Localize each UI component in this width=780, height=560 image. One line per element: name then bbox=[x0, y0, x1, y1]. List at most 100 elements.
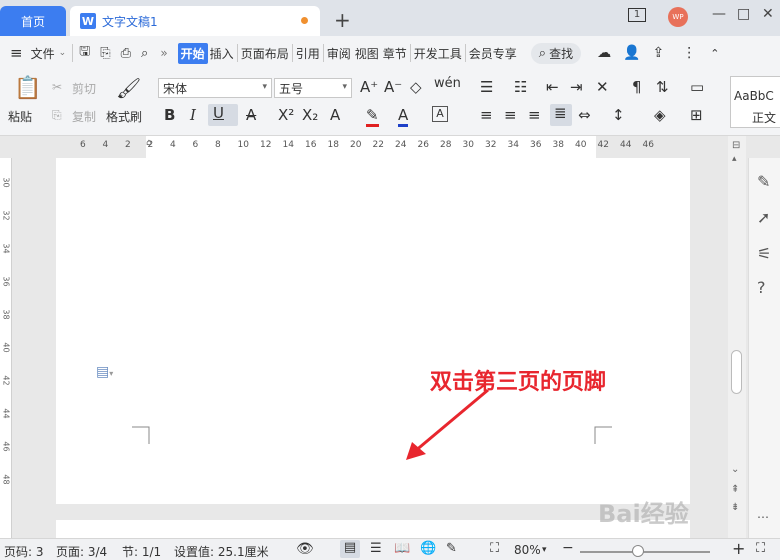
subscript-icon[interactable]: X₂ bbox=[302, 106, 318, 124]
fit-window-icon[interactable]: ⛶ bbox=[490, 541, 499, 556]
tab-document[interactable]: W 文字文稿1 bbox=[70, 6, 320, 36]
char-border-icon[interactable]: A bbox=[432, 106, 448, 122]
cut-button[interactable]: 剪切 bbox=[72, 80, 96, 97]
font-color-icon[interactable]: A bbox=[398, 106, 409, 127]
page-badge-icon[interactable]: 1 bbox=[628, 8, 646, 22]
highlight-icon[interactable]: ✎ bbox=[366, 106, 379, 127]
chinese-layout-icon[interactable]: ✕ bbox=[596, 78, 609, 96]
user-add-icon[interactable]: 👤 bbox=[621, 45, 642, 61]
next-page[interactable] bbox=[56, 520, 690, 540]
share-icon[interactable]: ⇪ bbox=[651, 45, 667, 61]
shading-icon[interactable]: ◈ bbox=[654, 106, 666, 124]
scroll-top-icon[interactable]: ⊟ bbox=[732, 140, 740, 151]
hamburger-icon[interactable]: ≡ bbox=[8, 44, 25, 62]
font-grow-icon[interactable]: A⁺ bbox=[360, 78, 378, 96]
menu-developer[interactable]: 开发工具 bbox=[412, 45, 464, 62]
justify-icon[interactable]: ≣ bbox=[550, 104, 572, 126]
zoom-level[interactable]: 80% bbox=[514, 543, 541, 557]
chevron-down-icon[interactable]: ⌄ bbox=[57, 48, 69, 58]
export-icon[interactable]: ⎘ bbox=[98, 46, 112, 61]
vertical-ruler[interactable]: 30 32 34 36 38 40 42 44 46 48 bbox=[0, 158, 12, 538]
edit-icon[interactable]: ✎ bbox=[757, 172, 770, 191]
zoom-out-button[interactable]: − bbox=[562, 540, 574, 556]
format-painter-button[interactable]: 格式刷 bbox=[106, 108, 142, 125]
menu-review[interactable]: 审阅 bbox=[325, 45, 353, 62]
prev-page-icon[interactable]: ⇞ bbox=[731, 484, 739, 495]
chevron-down-icon[interactable]: ▾ bbox=[542, 545, 547, 555]
style-gallery-normal[interactable]: AaBbC 正文 bbox=[730, 76, 780, 128]
menu-member[interactable]: 会员专享 bbox=[467, 45, 519, 62]
tab-home[interactable]: 首页 bbox=[0, 6, 66, 36]
indent-marker-icon[interactable]: ⌂ bbox=[146, 138, 152, 148]
bullet-list-icon[interactable]: ☰ bbox=[480, 78, 493, 96]
write-view-icon[interactable]: ✎ bbox=[446, 541, 457, 556]
more-options-icon[interactable]: ⋮ bbox=[680, 45, 698, 61]
fullscreen-icon[interactable]: ⛶ bbox=[756, 541, 765, 556]
menu-start[interactable]: 开始 bbox=[177, 42, 208, 64]
show-marks-icon[interactable]: ¶ bbox=[632, 78, 642, 96]
strikethrough-icon[interactable]: A bbox=[246, 106, 256, 124]
align-center-icon[interactable]: ≡ bbox=[504, 106, 517, 124]
avatar[interactable]: WP bbox=[668, 7, 688, 27]
paragraph-handle-icon[interactable]: ▤▾ bbox=[96, 364, 113, 380]
setting-value[interactable]: 设置值: 25.1厘米 bbox=[174, 543, 269, 560]
outline-view-icon[interactable]: ☰ bbox=[370, 541, 382, 556]
table-border-icon[interactable]: ▭ bbox=[690, 78, 704, 96]
zoom-in-button[interactable]: + bbox=[732, 539, 745, 558]
format-painter-icon[interactable]: 🖌 bbox=[116, 76, 141, 100]
print-preview-icon[interactable]: ⌕ bbox=[139, 46, 150, 61]
scroll-thumb[interactable] bbox=[731, 350, 742, 394]
new-tab-button[interactable]: + bbox=[334, 8, 351, 32]
increase-indent-icon[interactable]: ⇥ bbox=[570, 78, 583, 96]
clear-format-icon[interactable]: ◇ bbox=[410, 78, 422, 96]
menu-file[interactable]: 文件 bbox=[29, 45, 57, 62]
menu-section[interactable]: 章节 bbox=[381, 45, 409, 62]
bold-icon[interactable]: B bbox=[164, 106, 175, 124]
paste-button[interactable]: 粘贴 bbox=[8, 108, 32, 125]
section-count[interactable]: 节: 1/1 bbox=[122, 543, 161, 560]
italic-icon[interactable]: I bbox=[190, 106, 196, 124]
search-input[interactable]: ⌕ 查找 bbox=[530, 42, 582, 64]
sort-icon[interactable]: ⇅ bbox=[656, 78, 669, 96]
decrease-indent-icon[interactable]: ⇤ bbox=[546, 78, 559, 96]
line-spacing-icon[interactable]: ↕ bbox=[612, 106, 625, 124]
scroll-up-icon[interactable]: ▴ bbox=[732, 154, 737, 164]
select-icon[interactable]: ➚ bbox=[757, 208, 770, 227]
print-icon[interactable]: ⎙ bbox=[119, 46, 133, 61]
underline-icon[interactable]: U bbox=[208, 104, 238, 126]
font-shrink-icon[interactable]: A⁻ bbox=[384, 78, 402, 96]
cloud-icon[interactable]: ☁ bbox=[595, 45, 613, 61]
zoom-slider[interactable] bbox=[580, 551, 710, 553]
font-size-select[interactable]: 五号 ▾ bbox=[274, 78, 352, 98]
read-view-icon[interactable]: 📖 bbox=[394, 541, 410, 556]
superscript-icon[interactable]: X² bbox=[278, 106, 294, 124]
next-page-icon[interactable]: ⇟ bbox=[731, 502, 739, 513]
numbered-list-icon[interactable]: ☷ bbox=[514, 78, 527, 96]
distribute-icon[interactable]: ⇔ bbox=[578, 106, 591, 124]
menu-reference[interactable]: 引用 bbox=[294, 45, 322, 62]
more-icon[interactable]: » bbox=[158, 46, 169, 60]
page-count[interactable]: 页面: 3/4 bbox=[56, 543, 107, 560]
zoom-slider-knob[interactable] bbox=[632, 545, 644, 557]
menu-page-layout[interactable]: 页面布局 bbox=[239, 45, 291, 62]
settings-sliders-icon[interactable]: ⚟ bbox=[757, 244, 771, 263]
vertical-scrollbar[interactable]: ⊟ ▴ ⌄ ⇞ ⇟ bbox=[728, 136, 746, 538]
minimize-button[interactable]: — bbox=[712, 6, 726, 22]
scroll-down-icon[interactable]: ⌄ bbox=[731, 464, 739, 475]
font-name-select[interactable]: 宋体 ▾ bbox=[158, 78, 272, 98]
text-effect-icon[interactable]: A bbox=[330, 106, 340, 124]
maximize-button[interactable]: □ bbox=[737, 6, 750, 22]
more-icon[interactable]: ⋯ bbox=[757, 510, 769, 524]
collapse-icon[interactable]: ⌃ bbox=[708, 47, 721, 60]
align-right-icon[interactable]: ≡ bbox=[528, 106, 541, 124]
web-view-icon[interactable]: 🌐 bbox=[420, 541, 436, 556]
border-icon[interactable]: ⊞ bbox=[690, 106, 703, 124]
eye-protect-icon[interactable]: 👁 bbox=[296, 541, 314, 557]
copy-button[interactable]: 复制 bbox=[72, 108, 96, 125]
menu-insert[interactable]: 插入 bbox=[208, 45, 236, 62]
phonetic-icon[interactable]: wén bbox=[434, 76, 461, 91]
menu-view[interactable]: 视图 bbox=[353, 45, 381, 62]
save-icon[interactable]: 🖫 bbox=[77, 42, 92, 64]
close-button[interactable]: ✕ bbox=[762, 6, 774, 22]
align-left-icon[interactable]: ≡ bbox=[480, 106, 493, 124]
